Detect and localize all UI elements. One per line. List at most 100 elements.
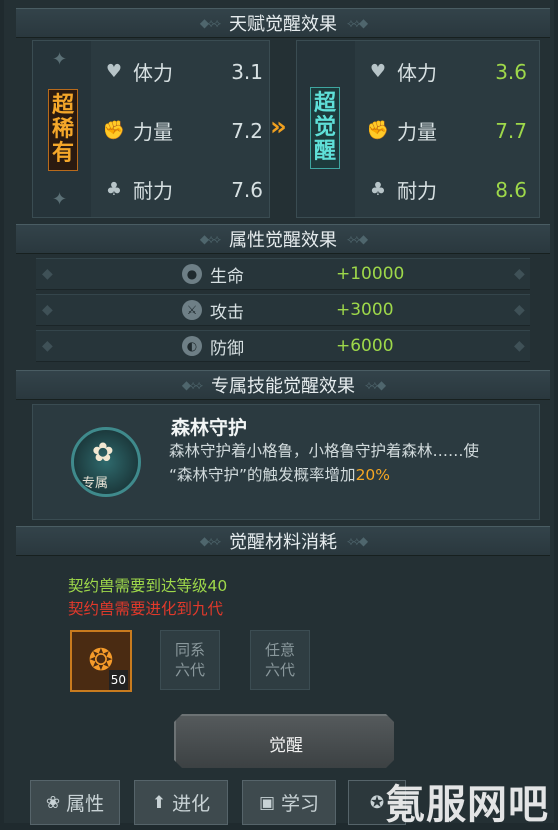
tab-evolve[interactable]: ⬆ 进化 (134, 780, 228, 825)
attr-value: +6000 (336, 336, 394, 356)
awaken-panel: ◆⟡⟡ 天赋觉醒效果 ⟡⟡◆ ✦ 超稀有 ✦ ♥ 体力 3.1 ✊ 力量 7.2… (4, 0, 554, 823)
skill-icon[interactable]: ✿ 专属 (71, 427, 141, 497)
slot-line2: 六代 (174, 661, 205, 679)
stat-row-stamina-after: ♥ 体力 3.6 (367, 57, 527, 86)
arrow-right-icon: » (270, 112, 287, 142)
ornament-left: ◆⟡⟡ (199, 231, 221, 246)
heart-icon: ♥ (105, 61, 123, 82)
ornament-left: ◆⟡⟡ (199, 533, 221, 548)
skill-section-header: ◆⟡⟡ 专属技能觉醒效果 ⟡⟡◆ (16, 370, 550, 400)
stat-row-endurance: ♣ 耐力 7.6 (103, 175, 263, 204)
ornament-right: ⟡⟡◆ (365, 377, 386, 392)
ornament-top-icon: ✦ (52, 49, 68, 70)
stat-label: 力量 (133, 120, 173, 144)
ornament-right: ⟡⟡◆ (347, 533, 368, 548)
talent-section-header: ◆⟡⟡ 天赋觉醒效果 ⟡⟡◆ (16, 8, 550, 38)
attack-icon: ⚔ (182, 300, 202, 320)
skill-desc-highlight: 20% (355, 466, 391, 484)
materials-section-title: 觉醒材料消耗 (229, 532, 337, 553)
diamond-icon: ◆ (42, 302, 53, 318)
attr-value: +10000 (336, 264, 405, 284)
attribute-section-header: ◆⟡⟡ 属性觉醒效果 ⟡⟡◆ (16, 224, 550, 254)
skill-desc-text: “森林守护”的触发概率增加 (169, 466, 356, 484)
rarity-badge: 超稀有 (48, 89, 78, 171)
stat-label: 耐力 (133, 179, 173, 203)
tab-attributes[interactable]: ❀ 属性 (30, 780, 120, 825)
awaken-button[interactable]: 觉醒 (174, 714, 394, 768)
attr-label: 生命 (210, 266, 244, 287)
paw-icon: ❀ (45, 792, 61, 813)
stat-label: 耐力 (397, 179, 437, 203)
rarity-badge-text: 超稀有 (51, 93, 74, 166)
stat-row-endurance-after: ♣ 耐力 8.6 (367, 175, 527, 204)
stat-value: 8.6 (495, 177, 527, 202)
wolf-icon: ✪ (369, 792, 385, 813)
attr-value: +3000 (336, 300, 394, 320)
fist-icon: ✊ (102, 120, 126, 141)
fist-icon: ✊ (366, 120, 390, 141)
skill-name: 森林守护 (171, 417, 248, 439)
ornament-left: ◆⟡⟡ (181, 377, 203, 392)
talent-after-panel: 超觉醒 ♥ 体力 3.6 ✊ 力量 7.7 ♣ 耐力 8.6 (296, 40, 540, 218)
material-item-slot[interactable]: ❂ 50 (70, 630, 132, 692)
life-icon: ● (182, 264, 202, 284)
clover-icon: ♣ (105, 179, 123, 200)
material-slot-same-series[interactable]: 同系 六代 (160, 630, 220, 690)
rarity-column: ✦ 超稀有 ✦ (33, 41, 91, 217)
skill-panel: ✿ 专属 森林守护 森林守护着小格鲁，小格鲁守护着森林……使 “森林守护”的触发… (32, 404, 540, 520)
slot-line1: 同系 (174, 641, 205, 659)
flame-egg-icon: ❂ (88, 643, 114, 678)
ornament-right: ⟡⟡◆ (347, 15, 368, 30)
stat-row-strength-after: ✊ 力量 7.7 (367, 116, 527, 145)
talent-section-title: 天赋觉醒效果 (229, 14, 337, 35)
stat-label: 体力 (133, 61, 173, 85)
tab-label: 进化 (172, 793, 211, 815)
ornament-right: ⟡⟡◆ (347, 231, 368, 246)
heart-icon: ♥ (369, 61, 387, 82)
materials-section-header: ◆⟡⟡ 觉醒材料消耗 ⟡⟡◆ (16, 526, 550, 556)
attr-label: 防御 (210, 338, 244, 359)
diamond-icon: ◆ (42, 266, 53, 282)
material-count: 50 (108, 670, 128, 690)
defense-icon: ◐ (182, 336, 202, 356)
tab-label: 属性 (66, 793, 105, 815)
slot-line2: 六代 (264, 661, 295, 679)
watermark: 氪服网吧 (385, 782, 549, 828)
awaken-column: 超觉醒 (297, 41, 355, 217)
clover-icon: ♣ (369, 179, 387, 200)
tab-learn[interactable]: ▣ 学习 (242, 780, 336, 825)
stat-value: 7.6 (231, 177, 263, 202)
stat-value: 3.1 (231, 59, 263, 84)
diamond-icon: ◆ (514, 266, 525, 282)
requirement-level: 契约兽需要到达等级40 (68, 577, 228, 595)
material-slot-any[interactable]: 任意 六代 (250, 630, 310, 690)
attr-label: 攻击 (210, 302, 244, 323)
book-icon: ▣ (258, 792, 276, 813)
stat-row-strength: ✊ 力量 7.2 (103, 116, 263, 145)
talent-before-panel: ✦ 超稀有 ✦ ♥ 体力 3.1 ✊ 力量 7.2 ♣ 耐力 7.6 (32, 40, 270, 218)
diamond-icon: ◆ (514, 338, 525, 354)
skill-desc-line1: 森林守护着小格鲁，小格鲁守护着森林……使 (169, 442, 480, 460)
arrow-up-icon: ⬆ (151, 792, 167, 813)
stat-value: 7.7 (495, 118, 527, 143)
stat-row-stamina: ♥ 体力 3.1 (103, 57, 263, 86)
stat-value: 3.6 (495, 59, 527, 84)
attr-row-defense: ◆ ◐ 防御 +6000 ◆ (36, 330, 530, 362)
skill-badge: 专属 (82, 476, 109, 491)
diamond-icon: ◆ (514, 302, 525, 318)
tab-label: 学习 (281, 793, 320, 815)
diamond-icon: ◆ (42, 338, 53, 354)
attribute-section-title: 属性觉醒效果 (229, 230, 337, 251)
ornament-bottom-icon: ✦ (52, 189, 68, 210)
ornament-left: ◆⟡⟡ (199, 15, 221, 30)
skill-section-title: 专属技能觉醒效果 (211, 376, 355, 397)
stat-label: 体力 (397, 61, 437, 85)
leaf-icon: ✿ (92, 438, 114, 468)
attr-row-attack: ◆ ⚔ 攻击 +3000 ◆ (36, 294, 530, 326)
requirement-evolve: 契约兽需要进化到九代 (68, 600, 224, 618)
awaken-badge-text: 超觉醒 (313, 91, 336, 164)
stat-label: 力量 (397, 120, 437, 144)
attr-row-life: ◆ ● 生命 +10000 ◆ (36, 258, 530, 290)
skill-desc-line2: “森林守护”的触发概率增加20% (169, 463, 479, 487)
awaken-badge: 超觉醒 (310, 87, 340, 169)
